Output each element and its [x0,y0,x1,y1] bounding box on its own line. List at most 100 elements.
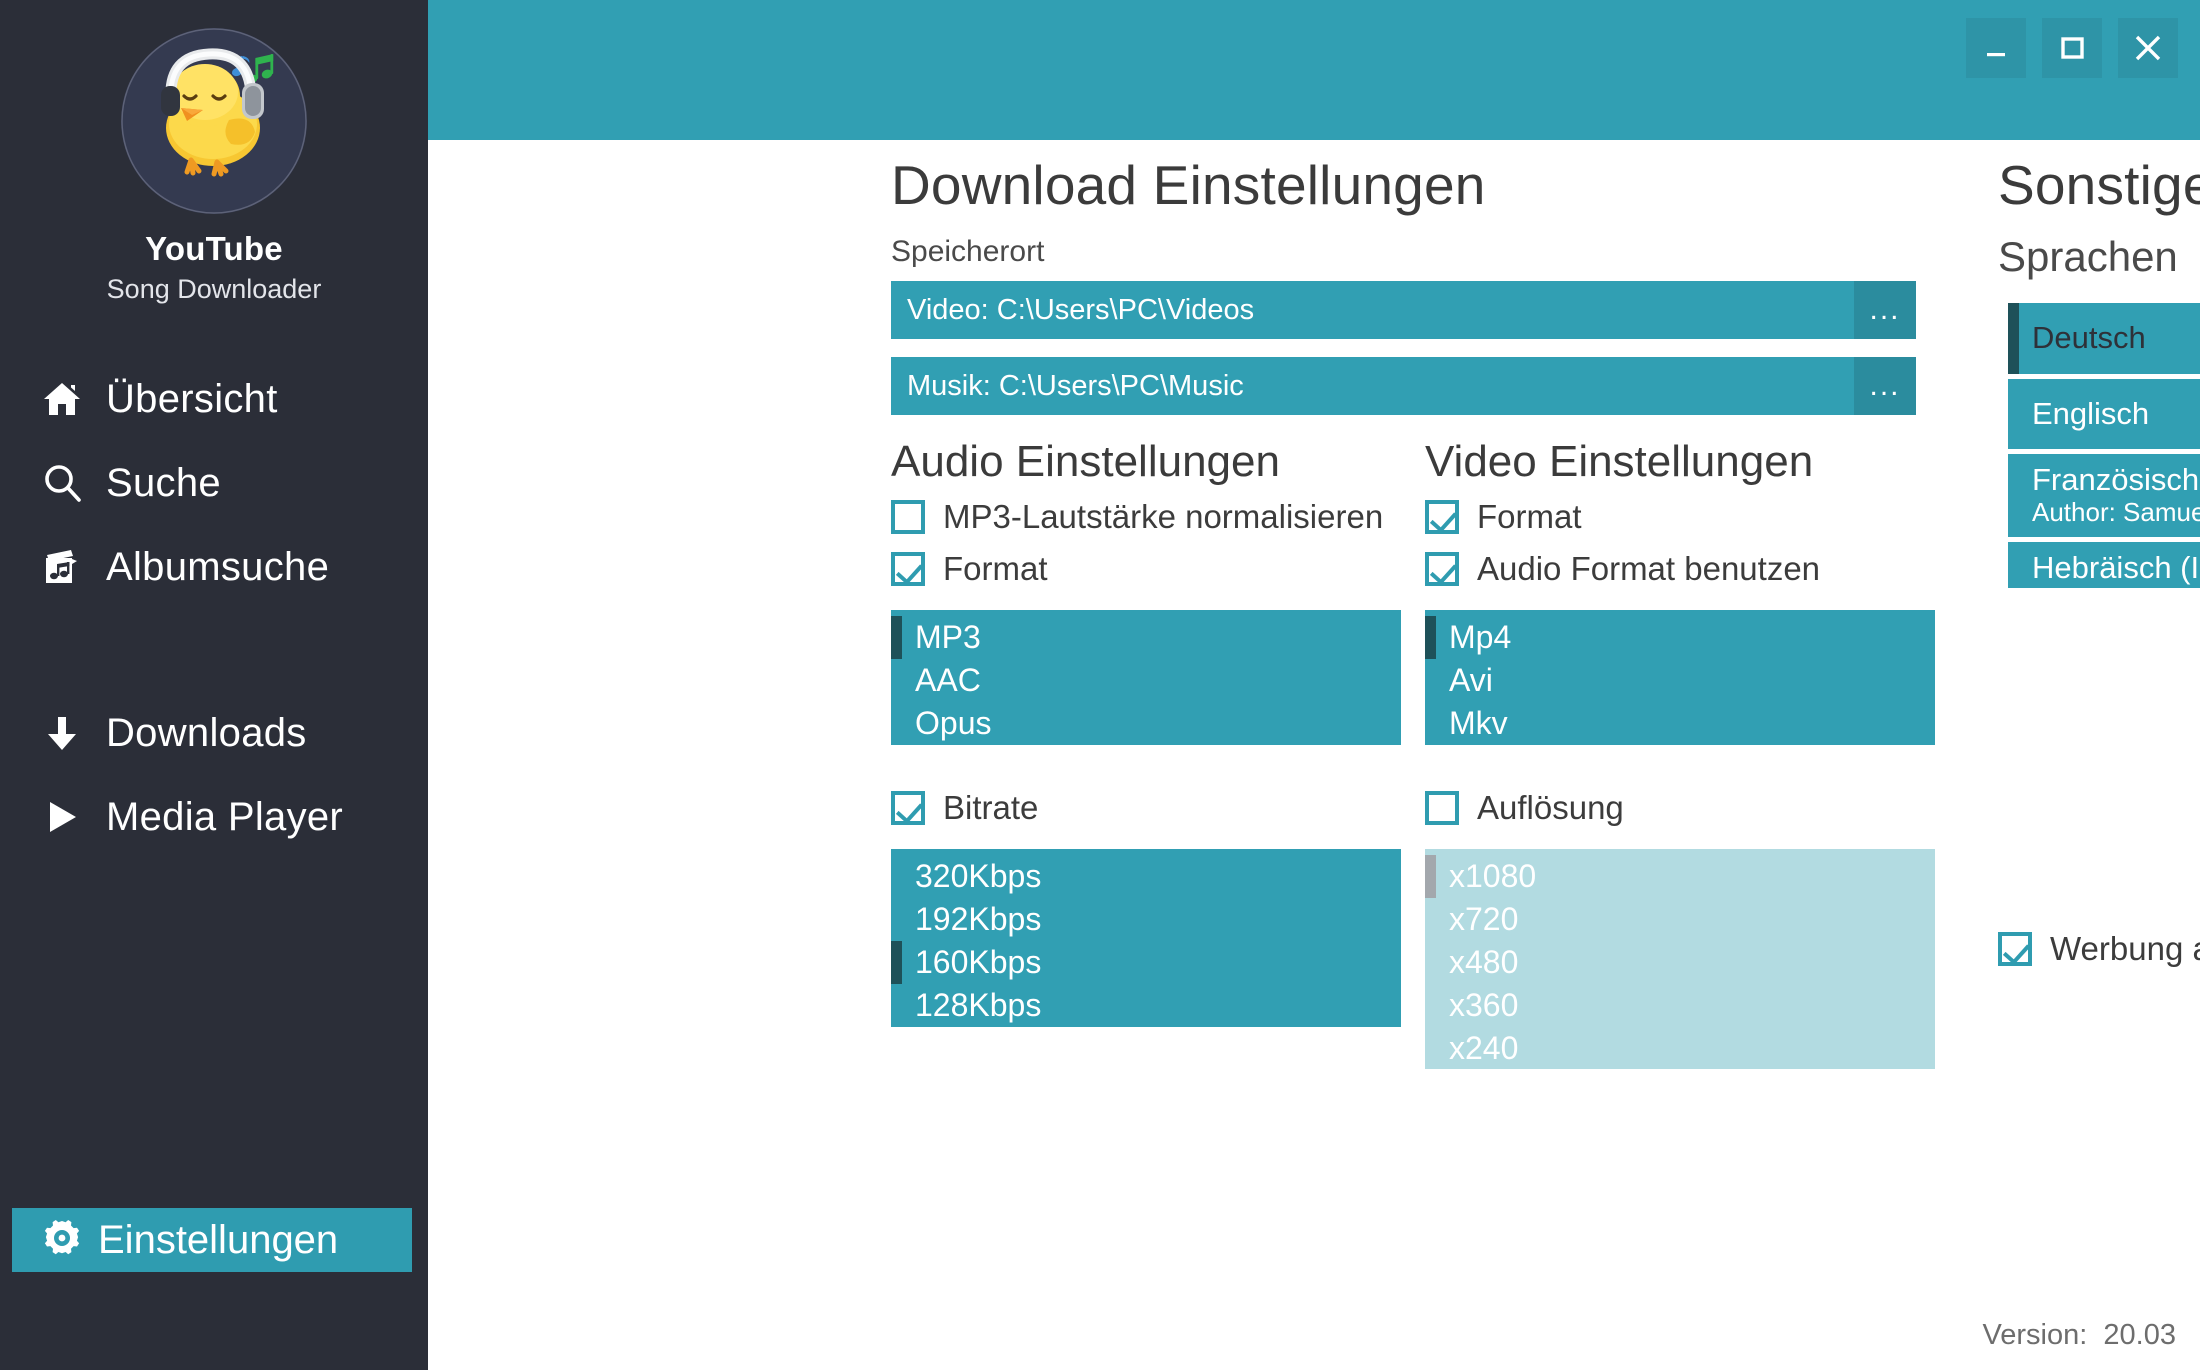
list-item[interactable]: Avi [1425,659,1935,702]
minimize-icon [1987,53,2005,57]
language-item-deutsch[interactable]: Deutsch [2008,303,2200,374]
album-music-icon [42,547,94,587]
language-name: Hebräisch (Israel) [2032,550,2200,586]
app-title: YouTube [145,230,283,267]
audio-video-settings-grid: Audio Einstellungen MP3-Lautstärke norma… [891,440,1951,1069]
checkbox-box [891,500,925,534]
list-item[interactable]: x1080 [1425,855,1935,898]
music-path-input[interactable]: Musik: C:\Users\PC\Music [891,357,1854,415]
checkbox-label: Werbung anzeigen [2050,930,2200,967]
list-item[interactable]: MP3 [891,616,1401,659]
resolution-list[interactable]: x1080 x720 x480 x360 x240 x144 [1425,849,1935,1069]
logo-artwork [121,28,307,214]
app-window: YouTube Song Downloader Übersicht Suche [0,0,2200,1370]
maximize-button[interactable] [2042,18,2102,78]
list-item[interactable]: x240 [1425,1027,1935,1069]
download-arrow-icon [42,713,94,753]
sidebar-item-label: Media Player [106,794,344,839]
video-path-browse-button[interactable]: ... [1854,281,1916,339]
sidebar-item-label: Übersicht [106,376,278,421]
video-format-list[interactable]: Mp4 Avi Mkv [1425,610,1935,745]
language-name: Englisch [2032,395,2150,431]
sidebar-item-uebersicht[interactable]: Übersicht [0,357,428,441]
music-path-row: Musik: C:\Users\PC\Music ... [891,357,1916,415]
video-settings-heading: Video Einstellungen [1425,437,1814,486]
play-icon [42,797,94,837]
checkbox-video-format[interactable]: Format [1425,498,1935,536]
checkbox-use-audio-format[interactable]: Audio Format benutzen [1425,550,1935,588]
download-settings-heading: Download Einstellungen [891,154,1486,216]
list-item[interactable]: x480 [1425,941,1935,984]
video-path-row: Video: C:\Users\PC\Videos ... [891,281,1916,339]
maximize-icon [2061,37,2084,59]
other-settings-section: Sonstige Einstellungen Sprachen Deutsch … [1998,158,2200,588]
checkbox-mp3-normalize[interactable]: MP3-Lautstärke normalisieren [891,498,1401,536]
checkbox-label: Format [1477,498,1582,535]
speicherort-label: Speicherort [891,235,1045,268]
sidebar-item-downloads[interactable]: Downloads [0,691,428,775]
checkbox-box [1425,500,1459,534]
list-item[interactable]: 320Kbps [891,855,1401,898]
sidebar-nav: Übersicht Suche Albumsuche Downloads Med… [0,357,428,859]
list-item[interactable]: x360 [1425,984,1935,1027]
checkbox-box [891,552,925,586]
sidebar-item-suche[interactable]: Suche [0,441,428,525]
audio-format-list[interactable]: MP3 AAC Opus Vorbis [891,610,1401,745]
sidebar-item-label: Downloads [106,710,307,755]
sidebar-item-label: Einstellungen [98,1217,339,1262]
app-logo [0,28,428,214]
checkbox-box [1425,791,1459,825]
language-name: Deutsch [2032,320,2146,355]
language-name: Französisch (Frankreich) [2032,462,2200,498]
close-button[interactable] [2118,18,2178,78]
list-item[interactable]: AAC [891,659,1401,702]
checkbox-resolution[interactable]: Auflösung [1425,789,1935,827]
close-icon [2135,35,2161,61]
checkbox-label: MP3-Lautstärke normalisieren [943,498,1384,535]
checkbox-box [1425,552,1459,586]
window-controls [1966,18,2178,78]
language-item-franzoesisch[interactable]: Französisch (Frankreich) Author: Samuel … [2008,454,2200,538]
main-area: Download Einstellungen Speicherort Video… [428,0,2200,1370]
sidebar-item-einstellungen[interactable]: Einstellungen [12,1208,412,1272]
checkbox-show-ads-wrap: Werbung anzeigen [1998,930,2200,968]
checkbox-audio-format[interactable]: Format [891,550,1401,588]
list-item[interactable]: Opus [891,702,1401,745]
minimize-button[interactable] [1966,18,2026,78]
audio-settings-heading: Audio Einstellungen [891,437,1280,486]
gear-icon [42,1218,82,1263]
list-item[interactable]: Mp4 [1425,616,1935,659]
languages-list[interactable]: Deutsch Englisch Französisch (Frankreich… [2008,303,2200,588]
music-path-browse-button[interactable]: ... [1854,357,1916,415]
video-path-input[interactable]: Video: C:\Users\PC\Videos [891,281,1854,339]
list-item[interactable]: 160Kbps [891,941,1401,984]
checkbox-bitrate[interactable]: Bitrate [891,789,1401,827]
language-item-hebraeisch[interactable]: Hebräisch (Israel) Author: By MilleR_DaN… [2008,542,2200,588]
sidebar-item-label: Albumsuche [106,544,330,589]
list-item[interactable]: 128Kbps [891,984,1401,1027]
list-item[interactable]: 192Kbps [891,898,1401,941]
languages-list-wrap: Deutsch Englisch Französisch (Frankreich… [1998,303,2200,588]
audio-settings-section: Audio Einstellungen MP3-Lautstärke norma… [891,440,1401,1069]
chick-headphones-logo-icon [121,28,307,214]
list-item[interactable]: Mkv [1425,702,1935,745]
video-settings-section: Video Einstellungen Format Audio Format … [1425,440,1935,1069]
sidebar-item-label: Suche [106,460,221,505]
languages-label: Sprachen [1998,233,2178,280]
checkbox-box [891,791,925,825]
checkbox-label: Bitrate [943,789,1039,826]
list-item[interactable]: x720 [1425,898,1935,941]
checkbox-box [1998,932,2032,966]
app-subtitle: Song Downloader [106,274,322,304]
other-settings-heading: Sonstige Einstellungen [1998,154,2200,216]
checkbox-label: Auflösung [1477,789,1624,826]
language-author: Author: By MilleR_DaNi [2032,585,2200,588]
sidebar-item-media-player[interactable]: Media Player [0,775,428,859]
sidebar-item-albumsuche[interactable]: Albumsuche [0,525,428,609]
bitrate-list[interactable]: 320Kbps 192Kbps 160Kbps 128Kbps 96Kbps [891,849,1401,1027]
download-settings-section: Download Einstellungen Speicherort Video… [891,154,1916,415]
language-item-englisch[interactable]: Englisch [2008,378,2200,450]
checkbox-label: Audio Format benutzen [1477,550,1821,587]
checkbox-show-ads[interactable]: Werbung anzeigen [1998,930,2200,968]
